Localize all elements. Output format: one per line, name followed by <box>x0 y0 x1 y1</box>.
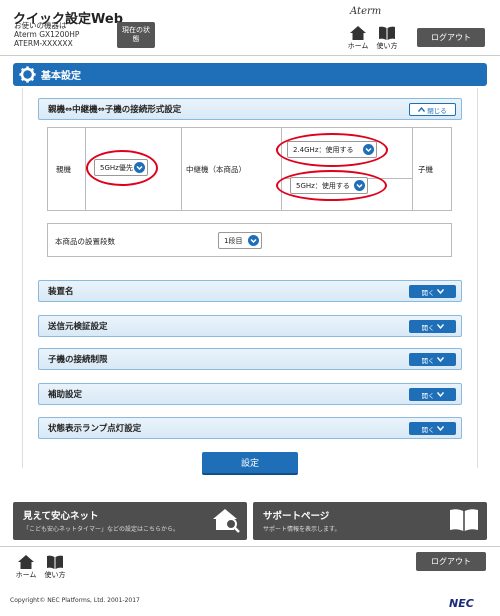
stage-select[interactable]: 1段目 <box>218 232 262 249</box>
table-divider <box>181 128 182 210</box>
chevron-down-icon <box>436 392 444 397</box>
mieru-anshin-net-banner[interactable]: 見えて安心ネット 「こども安心ネットタイマー」などの設定はこちらから。 <box>13 502 247 540</box>
open-label: 開く <box>421 356 435 365</box>
chevron-up-icon <box>418 107 426 112</box>
open-label: 開く <box>421 425 435 434</box>
device-label: お使いの機器は <box>14 21 67 30</box>
banner-subtitle: 「こども安心ネットタイマー」などの設定はこちらから。 <box>23 526 180 533</box>
table-divider <box>281 128 282 210</box>
home-label: ホーム <box>347 42 369 50</box>
chevron-down-icon <box>248 235 259 246</box>
stage-value: 1段目 <box>224 236 243 245</box>
nec-logo: NEC <box>449 597 474 610</box>
apply-settings-button[interactable]: 設定 <box>202 452 298 475</box>
header-divider <box>0 55 500 56</box>
footer-divider <box>0 546 500 547</box>
home-search-icon <box>213 509 240 533</box>
close-button[interactable]: 閉じる <box>409 103 456 116</box>
accordion-title: 子機の接続制限 <box>48 355 108 365</box>
device-model: Aterm GX1200HP <box>14 30 80 39</box>
help-label: 使い方 <box>376 42 398 50</box>
device-name-accordion[interactable]: 装置名 開く <box>38 280 462 302</box>
open-label: 開く <box>421 391 435 400</box>
stage-label: 本商品の設置段数 <box>55 237 115 246</box>
support-page-banner[interactable]: サポートページ サポート情報を表示します。 <box>253 502 487 540</box>
banner-title: 見えて安心ネット <box>23 511 99 522</box>
accordion-title: 補助設定 <box>48 390 83 400</box>
home-icon <box>350 26 366 40</box>
header: クイック設定Web お使いの機器は Aterm GX1200HP ATERM-X… <box>0 0 500 55</box>
help-label: 使い方 <box>44 571 66 579</box>
footer-logout-button[interactable]: ログアウト <box>416 552 486 571</box>
table-divider <box>412 128 413 210</box>
child-label: 子機 <box>418 165 433 174</box>
accordion-title: 送信元検証設定 <box>48 322 108 332</box>
banner-title: サポートページ <box>263 511 330 522</box>
connection-mode-accordion[interactable]: 親機⇔中継機⇔子機の接続形式設定 閉じる <box>38 98 462 120</box>
footer-home-nav[interactable]: ホーム <box>14 555 38 580</box>
open-label: 開く <box>421 288 435 297</box>
accordion-title: 装置名 <box>48 287 74 297</box>
open-button[interactable]: 開く <box>409 422 456 435</box>
banner-subtitle: サポート情報を表示します。 <box>263 526 341 533</box>
accordion-title: 状態表示ランプ点灯設定 <box>48 424 142 434</box>
device-ssid: ATERM-XXXXXX <box>14 39 73 48</box>
current-status-button[interactable]: 現在の状態 <box>117 22 155 48</box>
chevron-down-icon <box>436 324 444 329</box>
source-verification-accordion[interactable]: 送信元検証設定 開く <box>38 315 462 337</box>
book-icon <box>379 26 395 40</box>
gear-icon <box>19 66 36 83</box>
client-limit-accordion[interactable]: 子機の接続制限 開く <box>38 348 462 370</box>
section-title: 基本設定 <box>41 71 81 82</box>
chevron-down-icon <box>436 357 444 362</box>
open-button[interactable]: 開く <box>409 353 456 366</box>
highlight-ring <box>86 150 158 186</box>
home-nav[interactable]: ホーム <box>346 26 370 51</box>
connection-mode-title: 親機⇔中継機⇔子機の接続形式設定 <box>48 105 182 115</box>
parent-label: 親機 <box>56 165 71 174</box>
book-icon <box>450 509 478 531</box>
auxiliary-settings-accordion[interactable]: 補助設定 開く <box>38 383 462 405</box>
highlight-ring <box>276 170 387 201</box>
highlight-ring <box>276 133 388 167</box>
aterm-logo: Aterm <box>350 6 382 17</box>
copyright: Copyright© NEC Platforms, Ltd. 2001-2017 <box>10 597 140 604</box>
book-icon <box>47 555 63 569</box>
open-label: 開く <box>421 323 435 332</box>
open-button[interactable]: 開く <box>409 320 456 333</box>
repeater-label: 中継機（本商品） <box>186 165 246 174</box>
footer-help-nav[interactable]: 使い方 <box>43 555 67 580</box>
logout-button[interactable]: ログアウト <box>417 28 485 47</box>
chevron-down-icon <box>436 426 444 431</box>
close-label: 閉じる <box>427 106 447 115</box>
open-button[interactable]: 開く <box>409 285 456 298</box>
home-label: ホーム <box>15 571 37 579</box>
open-button[interactable]: 開く <box>409 388 456 401</box>
help-nav[interactable]: 使い方 <box>375 26 399 51</box>
home-icon <box>18 555 34 569</box>
section-header: 基本設定 <box>13 63 487 86</box>
status-lamp-accordion[interactable]: 状態表示ランプ点灯設定 開く <box>38 417 462 439</box>
chevron-down-icon <box>436 289 444 294</box>
